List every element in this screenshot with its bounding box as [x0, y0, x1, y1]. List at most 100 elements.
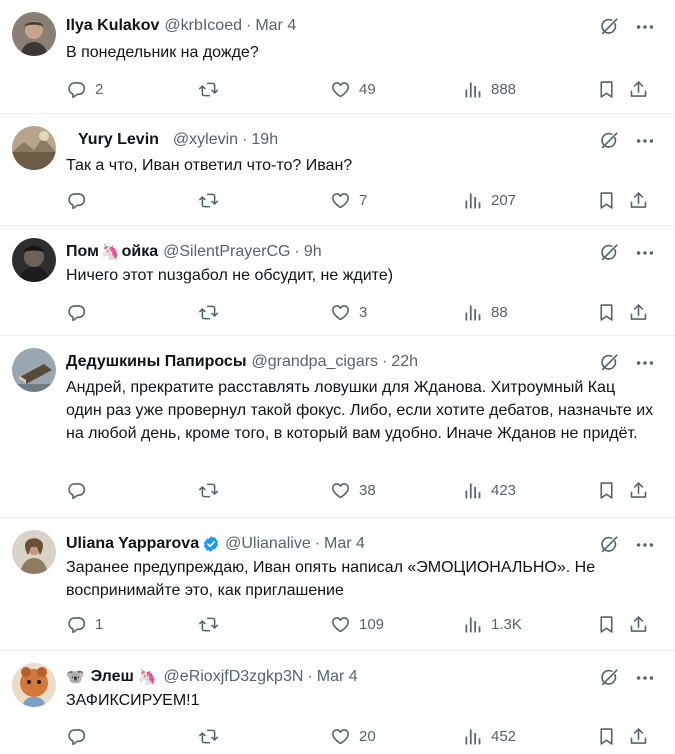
avatar[interactable] — [12, 238, 56, 282]
grok-icon[interactable] — [598, 352, 620, 374]
views-icon — [462, 480, 483, 501]
reply-icon — [66, 480, 87, 501]
author-name[interactable]: Yury Levin — [78, 131, 159, 149]
retweet-button[interactable] — [198, 190, 227, 211]
author-handle[interactable]: @eRioxjfD3zgkp3N — [164, 668, 304, 686]
share-button[interactable] — [628, 302, 649, 323]
tweet-text: Ничего этот nuзgабол не обсудит, не ждит… — [66, 267, 394, 284]
share-button[interactable] — [628, 726, 649, 747]
separator-dot: · — [245, 17, 252, 34]
reply-button[interactable] — [66, 480, 95, 501]
author-handle[interactable]: @xylevin — [173, 131, 238, 149]
views-count: 1.3K — [491, 615, 522, 633]
grok-icon[interactable] — [598, 242, 620, 264]
reply-button[interactable]: 2 — [66, 79, 103, 100]
share-icon — [628, 614, 649, 635]
author-name[interactable]: Элеш — [91, 668, 134, 686]
author-name[interactable]: Uliana Yapparova — [66, 535, 199, 553]
like-button[interactable]: 49 — [330, 79, 376, 100]
share-button[interactable] — [628, 190, 649, 211]
views-icon — [462, 79, 483, 100]
retweet-button[interactable] — [198, 480, 227, 501]
tweet[interactable]: Ilya Kulakov @krbIcoed · Mar 4 В понедел… — [0, 0, 674, 114]
reply-count: 2 — [95, 80, 104, 98]
bookmark-button[interactable] — [596, 302, 617, 323]
more-icon[interactable] — [634, 130, 656, 152]
reply-button[interactable] — [66, 302, 95, 323]
tweet[interactable]: Uliana Yapparova @Ulianalive · Mar 4 Зар… — [0, 518, 674, 651]
author-name[interactable]: Дедушкины Папиросы — [66, 353, 247, 371]
like-count: 38 — [359, 481, 376, 499]
more-icon[interactable] — [634, 534, 656, 556]
timestamp[interactable]: Mar 4 — [255, 17, 296, 35]
like-button[interactable]: 20 — [330, 726, 376, 747]
bookmark-button[interactable] — [596, 190, 617, 211]
avatar[interactable] — [12, 126, 56, 170]
more-icon[interactable] — [634, 242, 656, 264]
tweet-text: Так а что, Иван ответил что-то? Иван? — [66, 157, 353, 174]
more-icon[interactable] — [634, 16, 656, 38]
reply-icon — [66, 726, 87, 747]
like-button[interactable]: 3 — [330, 302, 367, 323]
bookmark-button[interactable] — [596, 614, 617, 635]
views-button[interactable]: 207 — [462, 190, 516, 211]
separator-dot: · — [294, 243, 300, 260]
grok-icon[interactable] — [598, 667, 620, 689]
retweet-button[interactable] — [198, 302, 227, 323]
timestamp[interactable]: 22h — [391, 353, 418, 371]
views-count: 207 — [491, 191, 517, 209]
reply-count: 1 — [95, 615, 104, 633]
like-button[interactable]: 109 — [330, 614, 384, 635]
views-icon — [462, 302, 483, 323]
bookmark-button[interactable] — [596, 726, 617, 747]
share-button[interactable] — [628, 79, 649, 100]
timestamp[interactable]: Mar 4 — [317, 668, 358, 686]
avatar[interactable] — [12, 530, 56, 574]
grok-icon[interactable] — [598, 130, 620, 152]
views-count: 888 — [491, 80, 517, 98]
bookmark-button[interactable] — [596, 79, 617, 100]
share-button[interactable] — [628, 614, 649, 635]
reply-button[interactable] — [66, 726, 95, 747]
tweet[interactable]: Дедушкины Папиросы @grandpa_cigars · 22h… — [0, 336, 674, 518]
grok-icon[interactable] — [598, 16, 620, 38]
views-button[interactable]: 1.3K — [462, 614, 522, 635]
avatar[interactable] — [12, 348, 56, 392]
like-button[interactable]: 7 — [330, 190, 367, 211]
retweet-button[interactable] — [198, 614, 227, 635]
views-button[interactable]: 423 — [462, 480, 516, 501]
retweet-button[interactable] — [198, 79, 227, 100]
bookmark-button[interactable] — [596, 480, 617, 501]
grok-icon[interactable] — [598, 534, 620, 556]
tweet[interactable]: Пом 🦄 ойка @SilentPrayerCG · 9h Ничего э… — [0, 226, 674, 336]
timestamp[interactable]: 19h — [251, 131, 278, 149]
more-icon[interactable] — [634, 667, 656, 689]
views-count: 423 — [491, 481, 517, 499]
author-name[interactable]: Ilya Kulakov — [66, 17, 159, 35]
timestamp[interactable]: 9h — [304, 243, 322, 261]
author-name-part[interactable]: Пом — [66, 243, 99, 261]
author-handle[interactable]: @Ulianalive — [225, 535, 311, 553]
separator-dot: · — [382, 353, 388, 370]
share-button[interactable] — [628, 480, 649, 501]
author-handle[interactable]: @grandpa_cigars — [252, 353, 379, 371]
more-icon[interactable] — [634, 352, 656, 374]
avatar[interactable] — [12, 663, 56, 707]
reply-button[interactable]: 1 — [66, 614, 103, 635]
tweet[interactable]: 🐨 Элеш 🦄 @eRioxjfD3zgkp3N · Mar 4 ЗАФИКС… — [0, 651, 674, 754]
author-handle[interactable]: @SilentPrayerCG — [163, 243, 290, 261]
retweet-icon — [198, 79, 219, 100]
like-button[interactable]: 38 — [330, 480, 376, 501]
avatar[interactable] — [12, 12, 56, 56]
author-name-part[interactable]: ойка — [122, 243, 159, 261]
views-button[interactable]: 88 — [462, 302, 508, 323]
retweet-button[interactable] — [198, 726, 227, 747]
reply-button[interactable] — [66, 190, 95, 211]
reply-icon — [66, 79, 87, 100]
views-button[interactable]: 452 — [462, 726, 516, 747]
views-button[interactable]: 888 — [462, 79, 516, 100]
tweet[interactable]: Yury Levin @xylevin · 19h Так а что, Ива… — [0, 114, 674, 226]
timestamp[interactable]: Mar 4 — [324, 535, 365, 553]
author-handle[interactable]: @krbIcoed — [164, 17, 242, 35]
koala-emoji-icon: 🐨 — [66, 669, 85, 686]
